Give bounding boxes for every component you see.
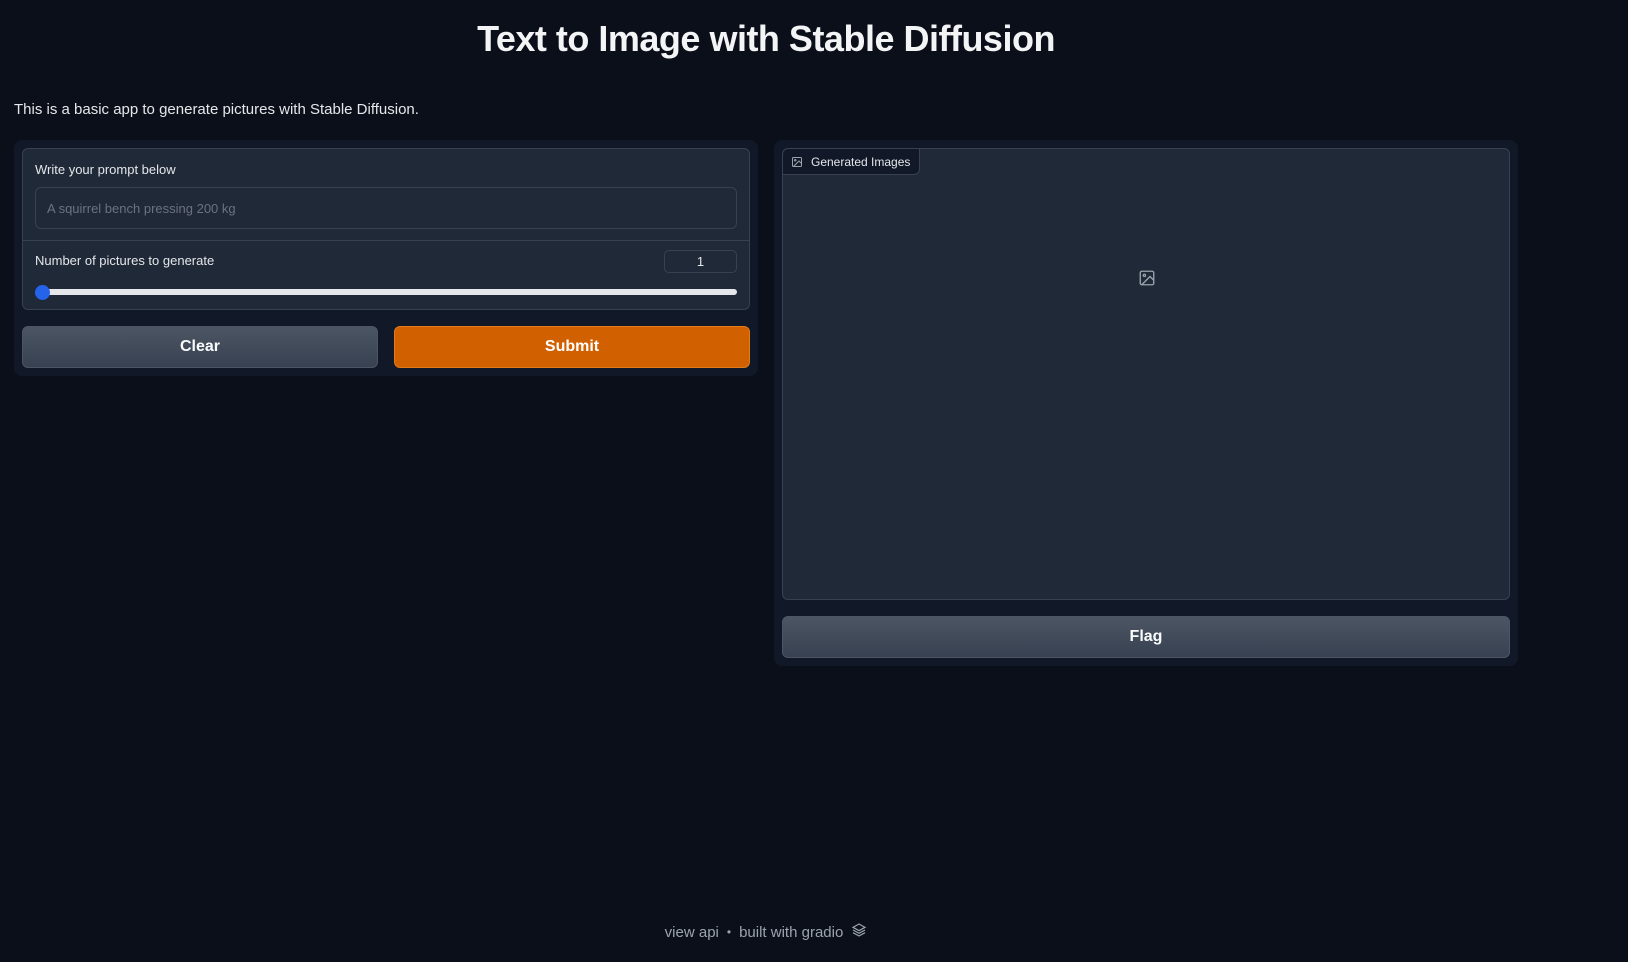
- view-api-link[interactable]: view api: [665, 924, 719, 941]
- form-divider: [23, 240, 749, 241]
- footer: view api • built with gradio: [0, 922, 1532, 942]
- gallery-label-text: Generated Images: [811, 154, 911, 169]
- image-icon: [791, 156, 803, 168]
- num-pictures-input[interactable]: 1: [664, 250, 737, 273]
- gradio-logo-icon: [851, 922, 867, 942]
- input-panel: Write your prompt below Number of pictur…: [14, 140, 758, 376]
- gallery-label: Generated Images: [783, 149, 921, 175]
- footer-separator: •: [726, 925, 732, 939]
- num-pictures-slider-track[interactable]: [43, 289, 737, 295]
- page-description: This is a basic app to generate pictures…: [14, 101, 419, 118]
- num-pictures-slider-handle[interactable]: [35, 285, 50, 300]
- generated-images-gallery: Generated Images: [782, 148, 1510, 600]
- prompt-label: Write your prompt below: [35, 162, 176, 177]
- clear-button[interactable]: Clear: [22, 326, 378, 368]
- submit-button[interactable]: Submit: [394, 326, 750, 368]
- prompt-input[interactable]: [35, 187, 737, 229]
- input-form: Write your prompt below Number of pictur…: [22, 148, 750, 310]
- built-with-gradio-link[interactable]: built with gradio: [739, 924, 843, 941]
- page-title: Text to Image with Stable Diffusion: [477, 18, 1055, 59]
- empty-image-icon: [1138, 269, 1156, 292]
- flag-button[interactable]: Flag: [782, 616, 1510, 658]
- output-panel: Generated Images Flag: [774, 140, 1518, 666]
- num-pictures-label: Number of pictures to generate: [35, 253, 215, 268]
